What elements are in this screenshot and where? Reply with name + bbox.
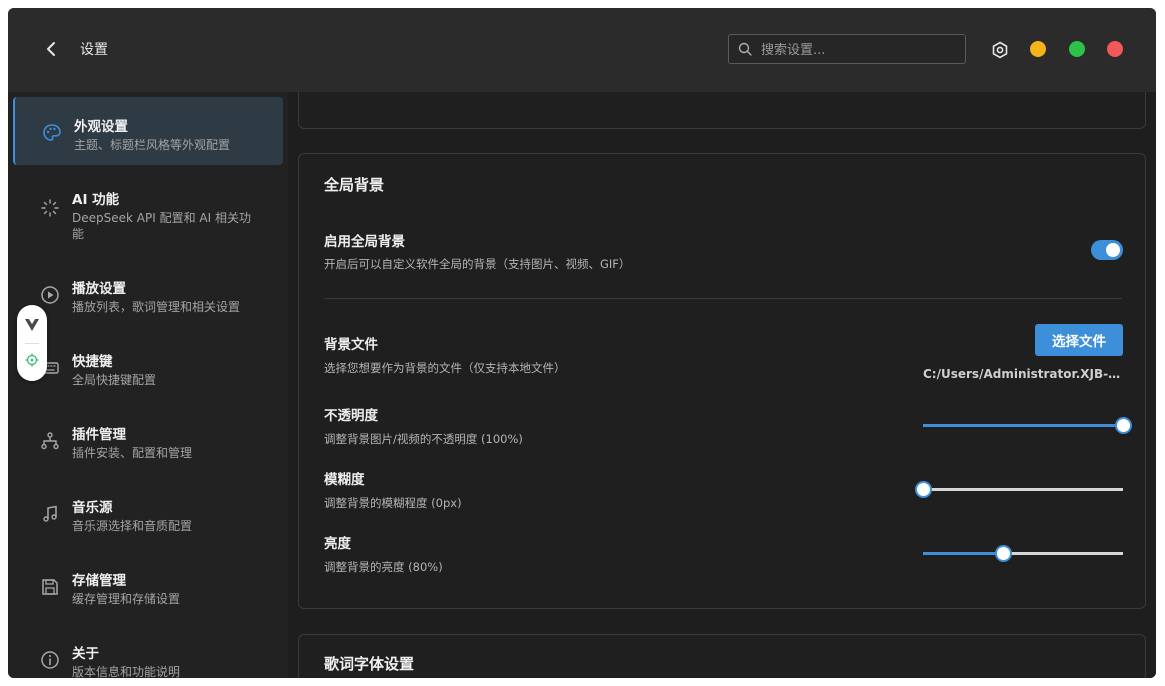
sidebar-item-playback[interactable]: 播放设置 播放列表，歌词管理和相关设置 [13, 259, 283, 327]
background-file-desc: 选择您想要作为背景的文件（仅支持本地文件） [324, 361, 566, 375]
blur-title: 模糊度 [324, 472, 365, 488]
sidebar-item-about[interactable]: 关于 版本信息和功能说明 [13, 624, 283, 678]
slider-thumb[interactable] [1115, 417, 1132, 434]
global-background-card: 全局背景 启用全局背景 开启后可以自定义软件全局的背景（支持图片、视频、GIF）… [298, 153, 1146, 609]
sidebar-item-title: AI 功能 [72, 192, 120, 208]
sidebar-item-title: 音乐源 [72, 500, 113, 516]
crosshair-target-icon[interactable] [25, 353, 39, 367]
sidebar-item-title: 插件管理 [72, 427, 126, 443]
brightness-title: 亮度 [324, 536, 351, 552]
sidebar-item-desc: 缓存管理和存储设置 [72, 592, 181, 606]
maximize-button[interactable] [1069, 41, 1085, 57]
previous-settings-card [298, 92, 1146, 129]
opacity-title: 不透明度 [324, 408, 378, 424]
background-file-path: C:/Users/Administrator.XJB-20... [923, 367, 1123, 381]
sidebar-item-desc: 主题、标题栏风格等外观配置 [74, 138, 231, 152]
opacity-desc: 调整背景图片/视频的不透明度 (100%) [324, 432, 523, 446]
sidebar-item-desc: 播放列表，歌词管理和相关设置 [72, 300, 241, 314]
sidebar-item-title: 外观设置 [74, 119, 128, 135]
sidebar-item-storage[interactable]: 存储管理 缓存管理和存储设置 [13, 551, 283, 619]
sidebar-item-desc: 全局快捷键配置 [72, 373, 157, 387]
divider [324, 298, 1122, 299]
devtools-floating-pill[interactable] [17, 305, 47, 381]
sidebar-item-ai[interactable]: AI 功能 DeepSeek API 配置和 AI 相关功能 [13, 170, 283, 241]
back-button[interactable] [40, 38, 62, 60]
music-note-icon [43, 505, 57, 522]
slider-thumb[interactable] [915, 481, 932, 498]
gear-icon[interactable] [991, 41, 1009, 59]
close-button[interactable] [1107, 41, 1123, 57]
sidebar-item-title: 关于 [72, 646, 99, 662]
chevron-left-icon [47, 42, 55, 56]
sidebar-item-title: 播放设置 [72, 281, 126, 297]
settings-content: 全局背景 启用全局背景 开启后可以自定义软件全局的背景（支持图片、视频、GIF）… [288, 92, 1156, 678]
minimize-button[interactable] [1030, 41, 1046, 57]
search-box[interactable] [728, 34, 966, 65]
settings-window: 设置 外观设置 主题、标题栏风格等外观配置 [8, 8, 1156, 678]
slider-thumb[interactable] [995, 545, 1012, 562]
pill-divider [25, 343, 39, 344]
toggle-knob [1106, 243, 1120, 257]
sidebar-item-desc: 音乐源选择和音质配置 [72, 519, 193, 533]
sidebar-item-shortcuts[interactable]: 快捷键 全局快捷键配置 [13, 332, 283, 400]
palette-icon [43, 124, 61, 141]
save-disk-icon [42, 579, 58, 595]
card-title: 全局背景 [324, 176, 385, 194]
page-title: 设置 [80, 42, 108, 58]
play-circle-icon [41, 286, 59, 304]
sidebar-item-appearance[interactable]: 外观设置 主题、标题栏风格等外观配置 [13, 97, 283, 165]
blur-slider[interactable] [915, 481, 1123, 498]
search-icon [738, 42, 752, 56]
enable-background-desc: 开启后可以自定义软件全局的背景（支持图片、视频、GIF） [324, 257, 631, 271]
brightness-desc: 调整背景的亮度 (80%) [324, 560, 443, 574]
slider-fill [923, 424, 1123, 427]
background-file-title: 背景文件 [324, 337, 378, 353]
enable-background-title: 启用全局背景 [324, 234, 405, 250]
sidebar-item-desc: DeepSeek API 配置和 AI 相关功能 [72, 211, 251, 241]
brightness-slider[interactable] [923, 545, 1123, 562]
search-input[interactable] [759, 35, 963, 65]
sidebar-item-plugins[interactable]: 插件管理 插件安装、配置和管理 [13, 405, 283, 473]
sidebar-item-music-source[interactable]: 音乐源 音乐源选择和音质配置 [13, 478, 283, 546]
vue-logo-icon[interactable] [24, 317, 40, 333]
choose-file-button[interactable]: 选择文件 [1035, 324, 1123, 356]
info-icon [41, 651, 59, 669]
ai-sparkle-icon [41, 199, 59, 217]
card-title: 歌词字体设置 [324, 655, 415, 673]
sidebar: 外观设置 主题、标题栏风格等外观配置 AI 功能 DeepSeek API 配置… [8, 92, 288, 678]
plugin-tree-icon [41, 432, 59, 450]
enable-background-toggle[interactable] [1091, 240, 1123, 260]
sidebar-item-desc: 插件安装、配置和管理 [72, 446, 193, 460]
sidebar-item-desc: 版本信息和功能说明 [72, 665, 181, 678]
sidebar-item-title: 快捷键 [72, 354, 113, 370]
slider-fill [923, 552, 1003, 555]
lyrics-font-card: 歌词字体设置 [298, 634, 1146, 678]
title-bar: 设置 [8, 8, 1156, 92]
sidebar-item-title: 存储管理 [72, 573, 126, 589]
blur-desc: 调整背景的模糊程度 (0px) [324, 496, 462, 510]
opacity-slider[interactable] [923, 417, 1132, 434]
